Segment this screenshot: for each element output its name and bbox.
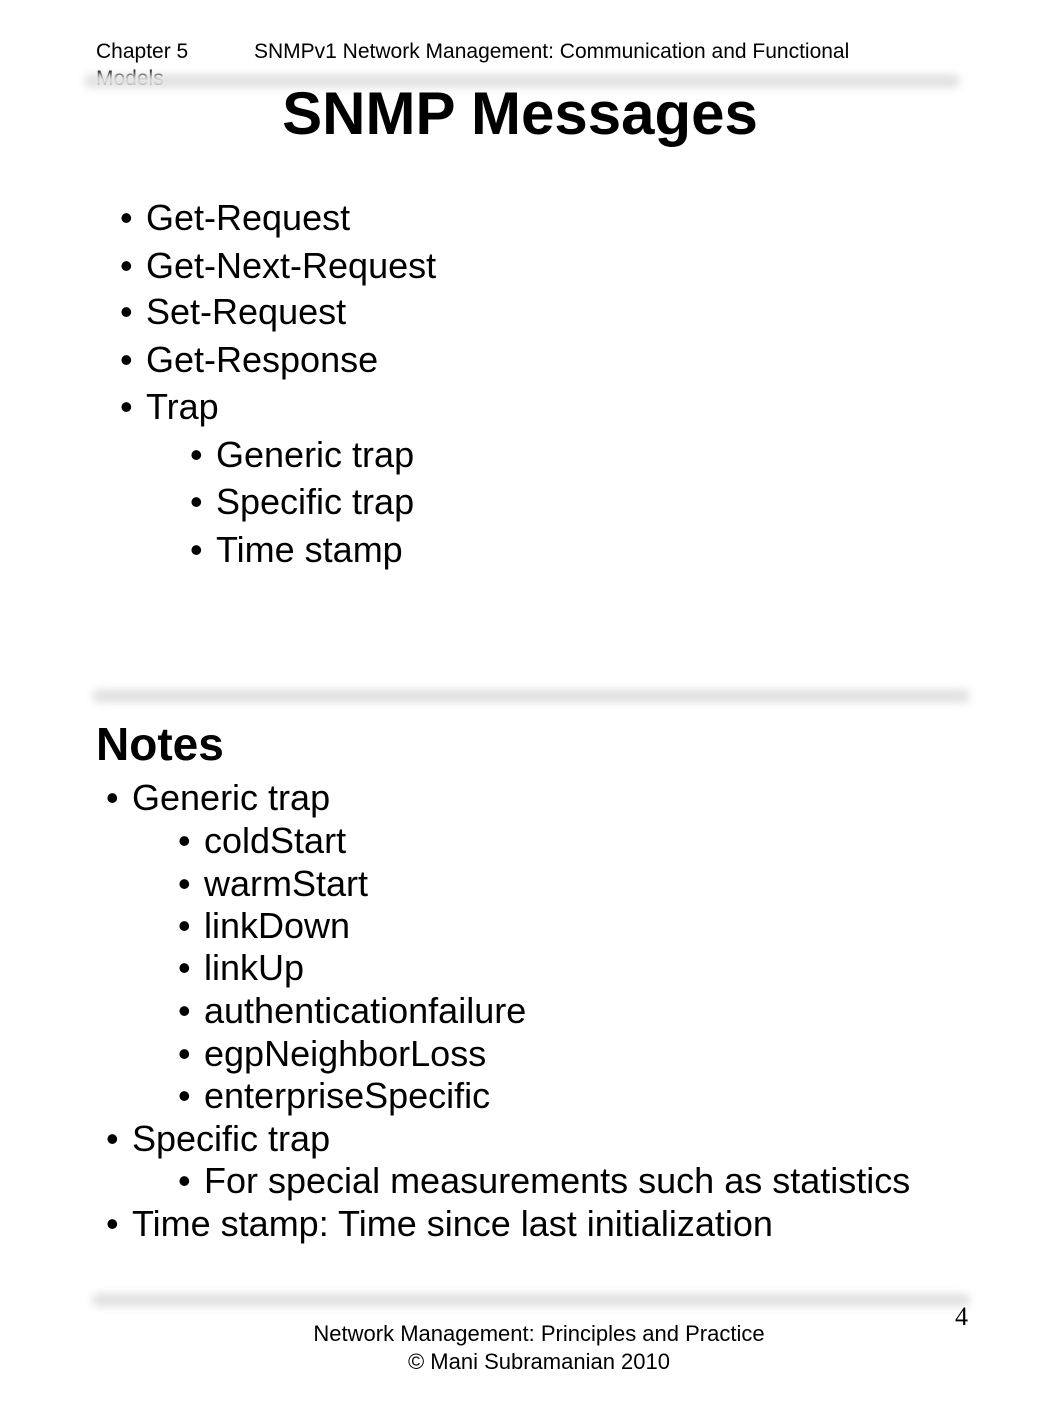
notes-item: • Specific trap xyxy=(106,1118,331,1159)
notes-item: • Generic trap xyxy=(106,777,331,818)
footer-book-title: Network Management: Principles and Pract… xyxy=(313,1321,765,1346)
footer-copyright: © Mani Subramanian 2010 xyxy=(407,1349,671,1374)
slide-bullet: • Get-Request xyxy=(120,197,351,238)
slide-sub-bullet: • Time stamp xyxy=(190,529,403,570)
bullet-icon: • xyxy=(178,820,191,861)
notes-sub-item: • linkDown xyxy=(178,905,351,946)
footer-divider xyxy=(92,1293,970,1307)
bullet-icon: • xyxy=(190,529,203,570)
slide-divider xyxy=(92,689,970,703)
bullet-icon: • xyxy=(120,245,133,286)
notes-sub-item: • linkUp xyxy=(178,947,305,988)
bullet-icon: • xyxy=(120,197,133,238)
bullet-icon: • xyxy=(178,1033,191,1074)
notes-sub-item: • coldStart xyxy=(178,820,347,861)
chapter-subtitle: SNMPv1 Network Management: Communication… xyxy=(254,40,850,63)
bullet-icon: • xyxy=(120,339,133,380)
slide-bullet: • Get-Response xyxy=(120,339,379,380)
bullet-icon: • xyxy=(178,905,191,946)
notes-item: • Time stamp: Time since last initializat… xyxy=(106,1203,773,1244)
bullet-icon: • xyxy=(178,1160,191,1201)
notes-sub-item: • egpNeighborLoss xyxy=(178,1033,487,1074)
bullet-icon: • xyxy=(178,947,191,988)
notes-sub-item: • authenticationfailure xyxy=(178,990,527,1031)
notes-sub-item: • For special measurements such as statis… xyxy=(178,1160,911,1201)
slide-sub-bullet: • Generic trap xyxy=(190,434,415,475)
slide-title: SNMP Messages xyxy=(282,80,758,147)
slide-bullet: • Set-Request xyxy=(120,291,347,332)
bullet-icon: • xyxy=(190,481,203,522)
bullet-icon: • xyxy=(120,386,133,427)
bullet-icon: • xyxy=(190,434,203,475)
bullet-icon: • xyxy=(178,990,191,1031)
bullet-icon: • xyxy=(178,1075,191,1116)
bullet-icon: • xyxy=(106,1118,119,1159)
bullet-icon: • xyxy=(106,777,119,818)
bullet-icon: • xyxy=(106,1203,119,1244)
notes-heading: Notes xyxy=(96,718,224,770)
bullet-icon: • xyxy=(120,291,133,332)
slide-sub-bullet: • Specific trap xyxy=(190,481,415,522)
slide-bullet: • Trap xyxy=(120,386,219,427)
chapter-label: Chapter 5 xyxy=(96,40,189,63)
notes-sub-item: • enterpriseSpecific xyxy=(178,1075,491,1116)
notes-sub-item: • warmStart xyxy=(178,863,369,904)
bullet-icon: • xyxy=(178,863,191,904)
slide-bullet: • Get-Next-Request xyxy=(120,245,437,286)
